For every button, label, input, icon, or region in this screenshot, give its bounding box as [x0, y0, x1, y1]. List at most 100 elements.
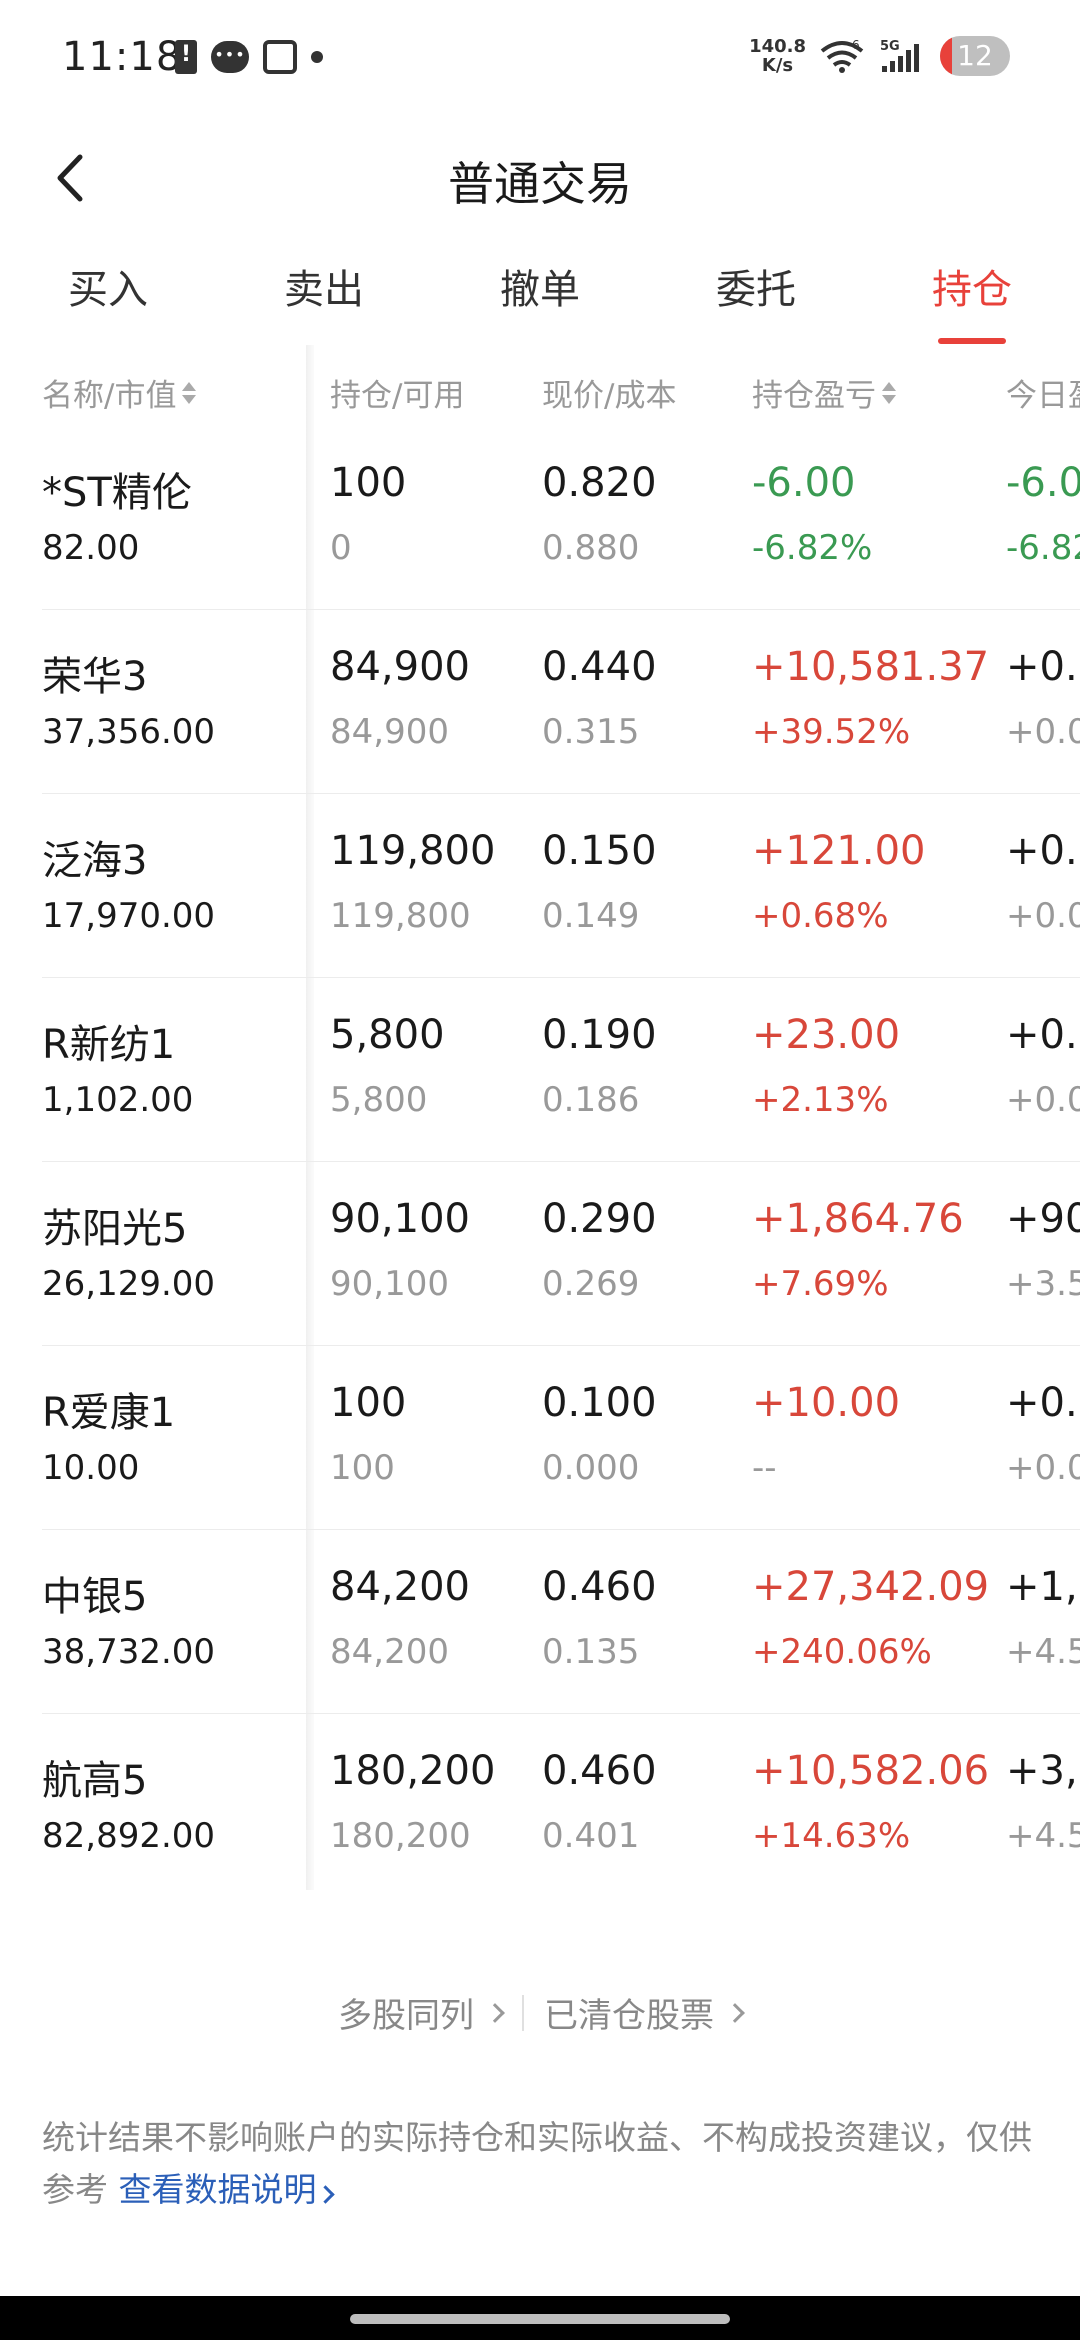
market-value: 82,892.00	[42, 1816, 216, 1856]
chevron-right-icon	[725, 2002, 745, 2023]
current-price: 0.100	[542, 1380, 657, 1426]
sort-icon	[182, 381, 197, 404]
cost-price: 0.000	[542, 1448, 640, 1488]
tab-cancel[interactable]: 撤单	[432, 250, 648, 350]
holding-pl-pct: +7.69%	[752, 1264, 889, 1304]
holding-pl-pct: +2.13%	[752, 1080, 889, 1120]
battery-level: 12	[957, 39, 993, 72]
multi-stock-compare-label: 多股同列	[338, 1996, 474, 2036]
holding-pl: +10.00	[752, 1380, 901, 1426]
wifi-label: 6	[852, 39, 860, 52]
data-explanation-link[interactable]: 查看数据说明	[118, 2170, 335, 2209]
chat-icon: •••	[211, 41, 249, 73]
stock-name: 中银5	[42, 1574, 148, 1620]
column-header-label: 持仓盈亏	[752, 378, 876, 414]
today-pl-pct: +0.0	[1006, 1448, 1080, 1488]
table-row[interactable]: 苏阳光5 26,129.00 90,100 90,100 0.290 0.269 +1,86…	[42, 1162, 1080, 1346]
holding-pl-pct: --	[752, 1448, 777, 1488]
table-row[interactable]: 泛海3 17,970.00 119,800 119,800 0.150 0.149 +121…	[42, 794, 1080, 978]
status-bar: 11:18 ••• 140.8 K/s 6 5G 12	[0, 0, 1080, 118]
holding-pl-pct: -6.82%	[752, 528, 873, 568]
column-header-label: 现价/成本	[542, 378, 677, 414]
cost-price: 0.186	[542, 1080, 640, 1120]
scan-icon	[263, 40, 297, 74]
more-notifications-dot-icon	[311, 51, 323, 63]
today-pl-pct: +0.0	[1006, 896, 1080, 936]
today-pl: -6.0	[1006, 460, 1080, 506]
multi-stock-compare-link[interactable]: 多股同列	[318, 1988, 522, 2037]
column-header-label: 名称/市值	[42, 378, 177, 414]
battery-alert-icon	[175, 40, 197, 74]
tab-orders[interactable]: 委托	[648, 250, 864, 350]
tab-sell[interactable]: 卖出	[216, 250, 432, 350]
table-row[interactable]: R新纺1 1,102.00 5,800 5,800 0.190 0.186 +23.00 +2…	[42, 978, 1080, 1162]
wifi-icon: 6	[820, 39, 864, 73]
today-pl: +1,6	[1006, 1564, 1080, 1610]
holding-pl: -6.00	[752, 460, 856, 506]
status-time: 11:18	[62, 34, 183, 80]
cleared-stocks-label: 已清仓股票	[544, 1996, 714, 2036]
holding-qty: 90,100	[330, 1196, 470, 1242]
cost-price: 0.135	[542, 1632, 640, 1672]
market-value: 38,732.00	[42, 1632, 216, 1672]
holding-pl: +10,581.37	[752, 644, 990, 690]
holding-qty: 180,200	[330, 1748, 496, 1794]
column-header-price-cost: 现价/成本	[542, 370, 676, 415]
holding-pl: +121.00	[752, 828, 926, 874]
battery-icon: 12	[940, 36, 1010, 76]
today-pl-pct: +3.5	[1006, 1264, 1080, 1304]
home-gesture-handle[interactable]	[350, 2314, 730, 2324]
data-explanation-label: 查看数据说明	[118, 2170, 317, 2209]
table-row[interactable]: 中银5 38,732.00 84,200 84,200 0.460 0.135 +27,34…	[42, 1530, 1080, 1714]
tab-positions[interactable]: 持仓	[864, 250, 1080, 350]
holding-qty: 100	[330, 1380, 407, 1426]
stock-name: 荣华3	[42, 654, 148, 700]
chevron-right-icon	[485, 2002, 505, 2023]
today-pl-pct: -6.82	[1006, 528, 1080, 568]
column-header-name-value[interactable]: 名称/市值	[42, 370, 197, 415]
disclaimer-text: 统计结果不影响账户的实际持仓和实际收益、不构成投资建议，仅供参考 查看数据说明	[42, 2112, 1042, 2216]
today-pl: +3,6	[1006, 1748, 1080, 1794]
network-speed-unit: K/s	[761, 55, 794, 76]
holding-qty: 84,900	[330, 644, 470, 690]
page-title: 普通交易	[448, 157, 632, 211]
today-pl: +0.0	[1006, 1012, 1080, 1058]
available-qty: 84,900	[330, 712, 449, 752]
market-value: 17,970.00	[42, 896, 216, 936]
holding-pl: +10,582.06	[752, 1748, 990, 1794]
current-price: 0.460	[542, 1564, 657, 1610]
table-row[interactable]: 航高5 82,892.00 180,200 180,200 0.460 0.401 +10,…	[42, 1714, 1080, 1898]
column-header-holding-pl[interactable]: 持仓盈亏	[752, 370, 896, 415]
stock-name: 泛海3	[42, 838, 148, 884]
today-pl: +0.0	[1006, 1380, 1080, 1426]
signal-icon: 5G	[880, 39, 919, 72]
current-price: 0.290	[542, 1196, 657, 1242]
cleared-stocks-link[interactable]: 已清仓股票	[524, 1988, 762, 2037]
market-value: 82.00	[42, 528, 140, 568]
available-qty: 180,200	[330, 1816, 471, 1856]
column-header-today-pl[interactable]: 今日盈	[1006, 370, 1080, 415]
holding-qty: 119,800	[330, 828, 496, 874]
current-price: 0.460	[542, 1748, 657, 1794]
available-qty: 5,800	[330, 1080, 428, 1120]
tab-buy[interactable]: 买入	[0, 250, 216, 350]
table-row[interactable]: R爱康1 10.00 100 100 0.100 0.000 +10.00 -- +0.0 +0.…	[42, 1346, 1080, 1530]
available-qty: 84,200	[330, 1632, 449, 1672]
network-speed: 140.8 K/s	[749, 37, 806, 75]
table-row[interactable]: *ST精伦 82.00 100 0 0.820 0.880 -6.00 -6.82% -6.0 -…	[42, 426, 1080, 610]
available-qty: 119,800	[330, 896, 471, 936]
current-price: 0.150	[542, 828, 657, 874]
system-nav-bar	[0, 2296, 1080, 2340]
chevron-right-icon	[315, 2185, 335, 2204]
market-value: 26,129.00	[42, 1264, 216, 1304]
cost-price: 0.880	[542, 528, 640, 568]
table-header: 名称/市值 持仓/可用 现价/成本 持仓盈亏 今日盈	[0, 350, 1080, 426]
holding-pl-pct: +39.52%	[752, 712, 911, 752]
holding-pl: +23.00	[752, 1012, 901, 1058]
positions-table: 名称/市值 持仓/可用 现价/成本 持仓盈亏 今日盈 *ST精伦 82.00 100…	[0, 350, 1080, 1898]
table-row[interactable]: 荣华3 37,356.00 84,900 84,900 0.440 0.315 +10,58…	[42, 610, 1080, 794]
holding-pl-pct: +14.63%	[752, 1816, 911, 1856]
status-notification-icons: •••	[175, 40, 323, 74]
today-pl: +0.0	[1006, 828, 1080, 874]
current-price: 0.440	[542, 644, 657, 690]
